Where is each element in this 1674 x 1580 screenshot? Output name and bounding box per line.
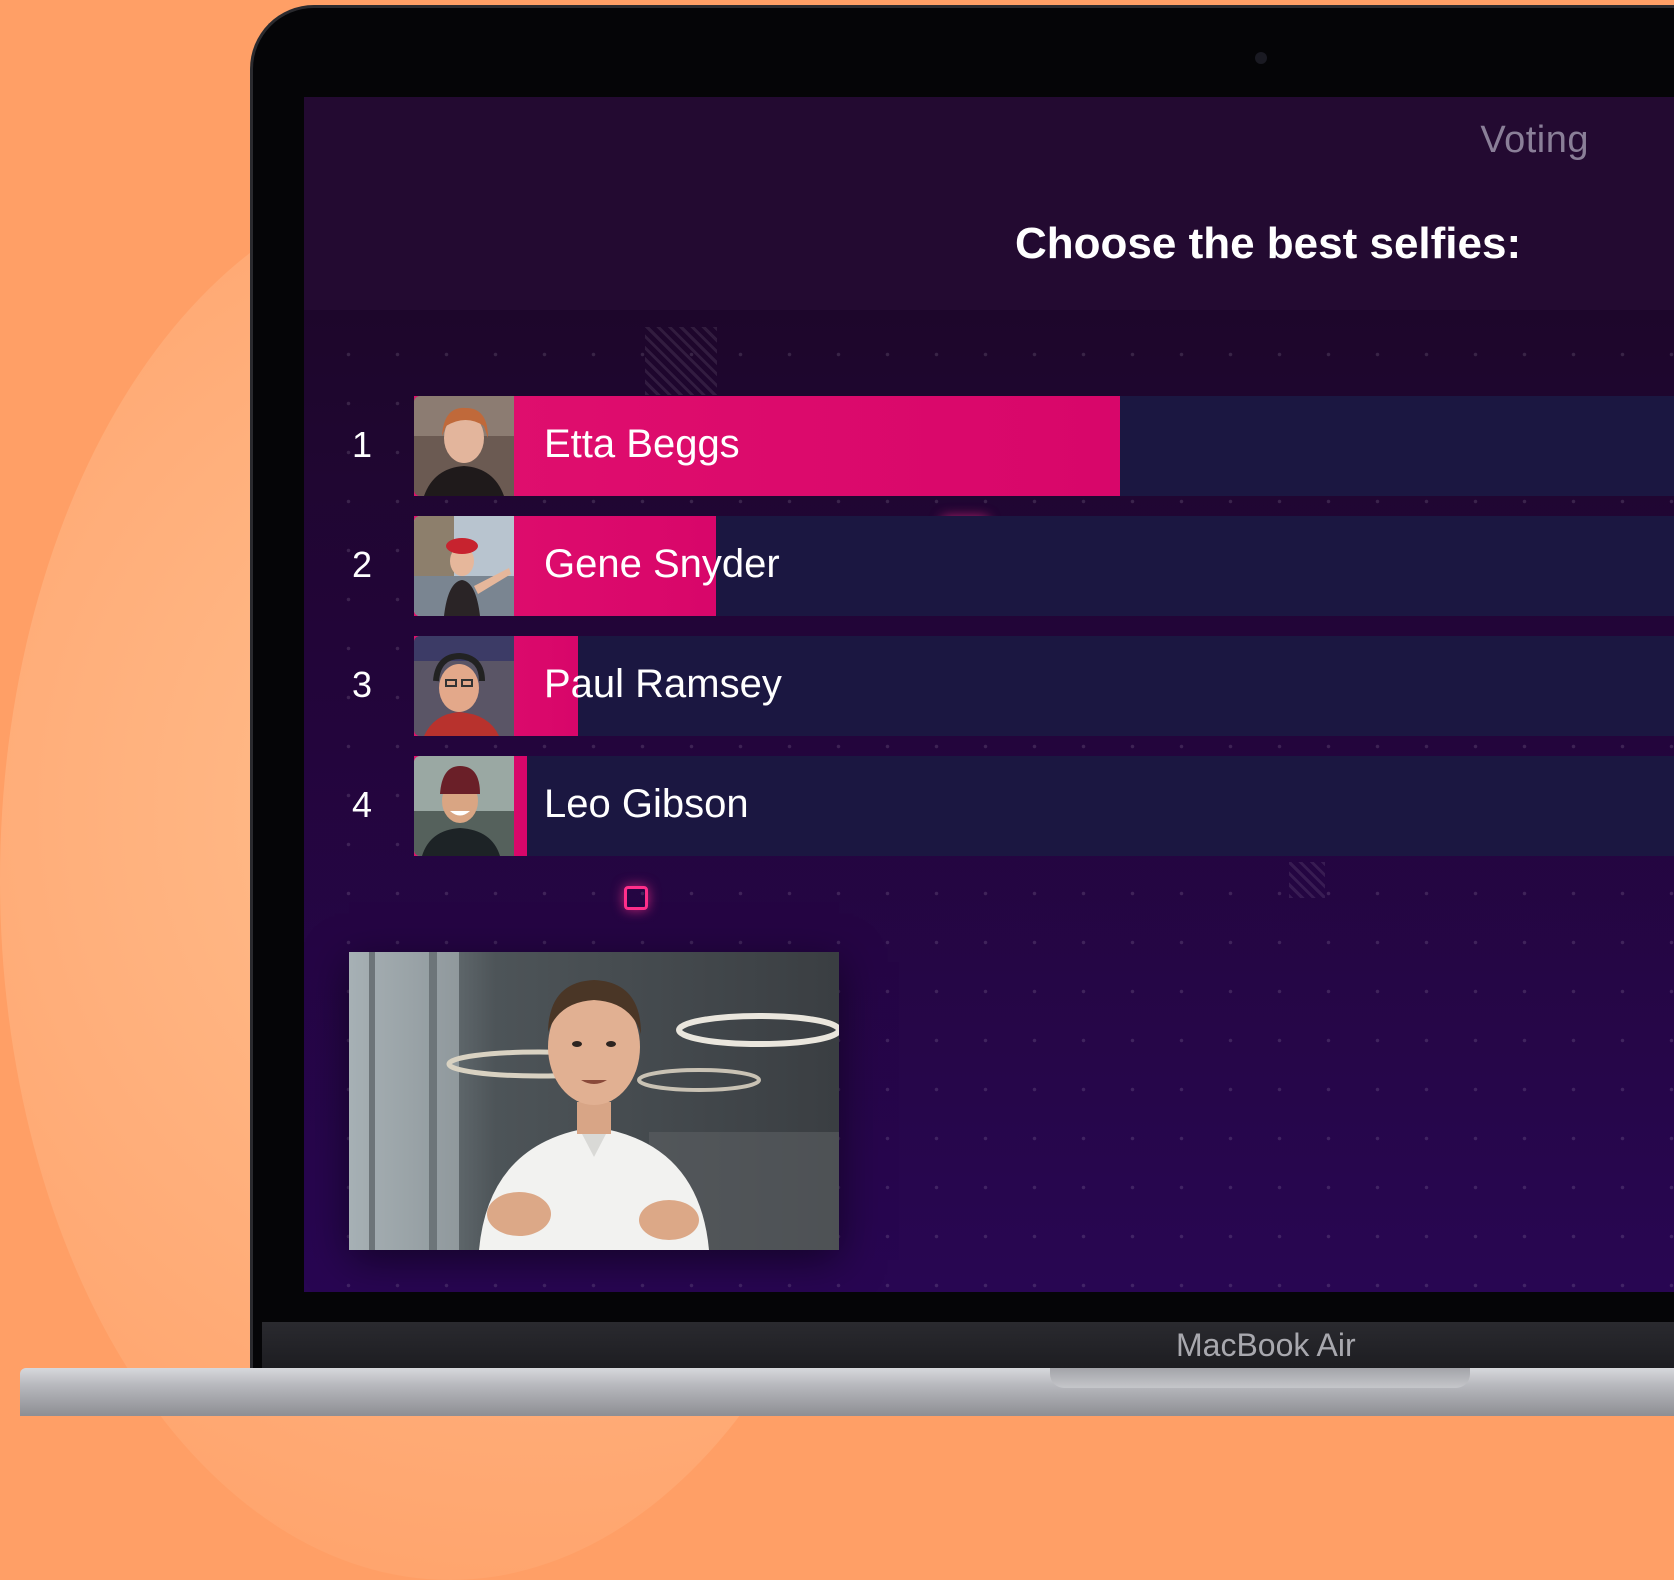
candidate-name: Leo Gibson: [544, 782, 749, 826]
rank-number: 2: [352, 544, 373, 585]
vote-bar-track: Gene Snyder: [414, 516, 1674, 616]
avatar: [414, 756, 514, 856]
candidate-name: Paul Ramsey: [544, 662, 782, 706]
hatch-decor: [645, 327, 717, 395]
vote-bar-track: Paul Ramsey: [414, 636, 1674, 736]
avatar: [414, 636, 514, 736]
header: Voting Choose the best selfies:: [304, 97, 1674, 310]
device-model-label: MacBook Air: [1176, 1327, 1356, 1363]
app-screen: Voting Choose the best selfies: 1 Etta B…: [304, 97, 1674, 1292]
candidate-name: Etta Beggs: [544, 422, 740, 466]
question-text: Choose the best selfies:: [1015, 219, 1522, 268]
presenter-video[interactable]: [349, 952, 839, 1250]
vote-bar-track: Leo Gibson: [414, 756, 1674, 856]
page-title: Voting: [304, 119, 1674, 162]
rank-number: 4: [352, 784, 373, 825]
rank-number: 3: [352, 664, 373, 705]
rank-number: 1: [352, 424, 373, 465]
laptop-chin: [262, 1322, 1674, 1372]
poll-option[interactable]: 3 Paul Ramsey: [304, 636, 1674, 736]
avatar: [414, 396, 514, 496]
poll-option[interactable]: 4 Leo Gibson: [304, 756, 1674, 856]
page-title-text: Voting: [1480, 119, 1589, 161]
laptop-notch: [1050, 1368, 1470, 1388]
poll-option[interactable]: 2 Gene Snyder: [304, 516, 1674, 616]
vote-bar-fill: [414, 396, 1120, 496]
avatar: [414, 516, 514, 616]
poll-option[interactable]: 1 Etta Beggs: [304, 396, 1674, 496]
webcam-icon: [1255, 52, 1267, 64]
square-decor-pink-small: [624, 886, 648, 910]
vote-bar-track: Etta Beggs: [414, 396, 1674, 496]
candidate-name: Gene Snyder: [544, 542, 780, 586]
hatch-decor-small: [1289, 862, 1325, 898]
